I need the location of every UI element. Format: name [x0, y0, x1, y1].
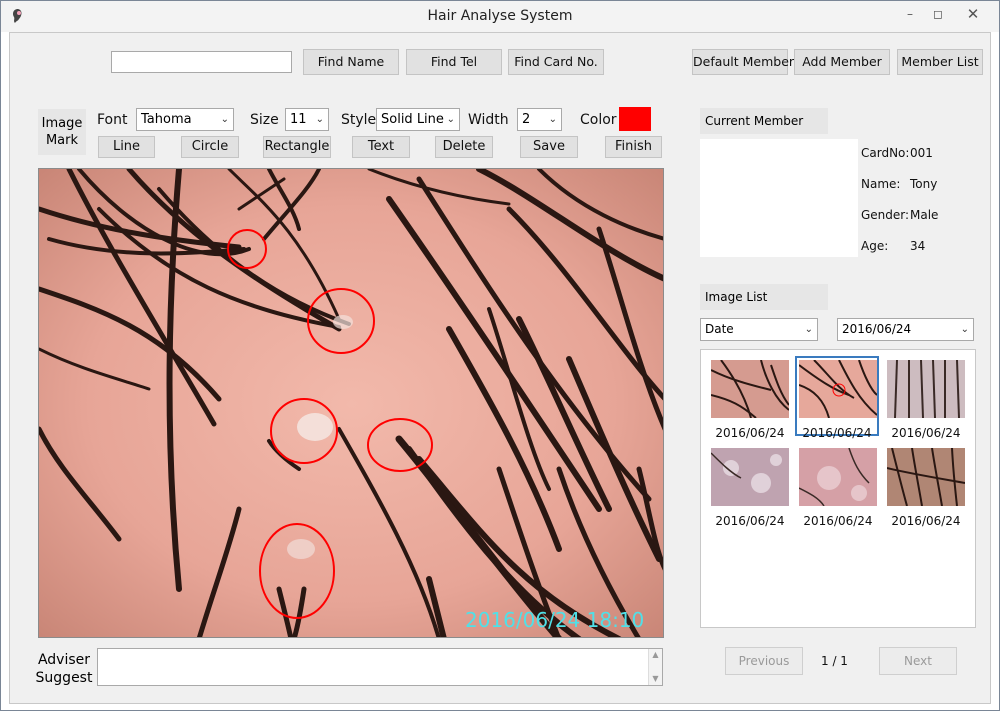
image-list-header: Image List: [700, 284, 828, 310]
font-select[interactable]: Tahoma ⌄: [136, 108, 234, 131]
circle-tool-button[interactable]: Circle: [181, 136, 239, 158]
minimize-icon[interactable]: –: [899, 4, 921, 24]
filter-select[interactable]: Date ⌄: [700, 318, 818, 341]
maximize-icon[interactable]: ◻: [927, 4, 949, 24]
font-label: Font: [97, 112, 128, 128]
scalp-image: [39, 169, 663, 637]
app-window: Hair Analyse System – ◻ ✕ Find Name Find…: [0, 0, 1000, 711]
width-select[interactable]: 2 ⌄: [517, 108, 562, 131]
gender-label: Gender:: [861, 208, 910, 222]
chevron-down-icon: ⌄: [315, 114, 324, 125]
scalp-image-canvas[interactable]: 2016/06/24 18:10: [38, 168, 664, 638]
thumbnail-item[interactable]: 2016/06/24: [709, 448, 791, 528]
title-bar[interactable]: Hair Analyse System – ◻ ✕: [1, 1, 999, 32]
add-member-button[interactable]: Add Member: [794, 49, 890, 75]
thumbnail-item[interactable]: 2016/06/24: [885, 359, 967, 440]
thumbnail-image: [798, 359, 878, 419]
thumbnail-item-selected[interactable]: 2016/06/24: [795, 356, 879, 440]
finish-button[interactable]: Finish: [605, 136, 662, 158]
color-label: Color: [580, 112, 617, 128]
size-label: Size: [250, 112, 279, 128]
style-label: Style: [341, 112, 377, 128]
date-select[interactable]: 2016/06/24 ⌄: [837, 318, 974, 341]
age-value: 34: [910, 239, 926, 253]
thumbnail-date: 2016/06/24: [803, 514, 873, 528]
thumbnail-image: [710, 448, 789, 506]
size-select[interactable]: 11 ⌄: [285, 108, 329, 131]
window-title: Hair Analyse System: [427, 8, 573, 24]
thumbnail-image: [710, 359, 790, 419]
rectangle-tool-button[interactable]: Rectangle: [263, 136, 331, 158]
thumbnail-image: [887, 359, 965, 419]
member-list-button[interactable]: Member List: [897, 49, 983, 75]
main-panel: Find Name Find Tel Find Card No. Default…: [9, 32, 991, 704]
thumbnail-date: 2016/06/24: [715, 514, 785, 528]
delete-button[interactable]: Delete: [435, 136, 493, 158]
thumbnail-date: 2016/06/24: [802, 426, 872, 440]
find-card-button[interactable]: Find Card No.: [508, 49, 604, 75]
thumbnail-item[interactable]: 2016/06/24: [885, 447, 967, 528]
name-value: Tony: [910, 177, 938, 191]
adviser-suggest-textarea[interactable]: ▲ ▼: [97, 648, 663, 686]
find-name-button[interactable]: Find Name: [303, 49, 399, 75]
line-tool-button[interactable]: Line: [98, 136, 155, 158]
save-button[interactable]: Save: [520, 136, 578, 158]
find-tel-button[interactable]: Find Tel: [406, 49, 502, 75]
page-indicator: 1 / 1: [821, 654, 848, 668]
style-select[interactable]: Solid Line ⌄: [376, 108, 460, 131]
image-mark-label: Image Mark: [38, 109, 86, 155]
text-tool-button[interactable]: Text: [352, 136, 410, 158]
chevron-down-icon: ⌄: [220, 114, 229, 125]
thumbnail-item[interactable]: 2016/06/24: [797, 447, 879, 528]
thumbnail-date: 2016/06/24: [891, 426, 961, 440]
chevron-down-icon: ⌄: [804, 324, 813, 335]
thumbnail-image: [886, 447, 966, 507]
search-input[interactable]: [111, 51, 292, 73]
member-photo: [700, 139, 858, 257]
card-no-label: CardNo:: [861, 146, 910, 160]
scrollbar[interactable]: ▲ ▼: [648, 649, 662, 685]
default-member-button[interactable]: Default Member: [692, 49, 794, 75]
gender-value: Male: [910, 208, 939, 222]
thumbnail-date: 2016/06/24: [715, 426, 785, 440]
chevron-down-icon: ⌄: [960, 324, 969, 335]
chevron-down-icon: ⌄: [548, 114, 557, 125]
color-swatch[interactable]: [619, 107, 651, 131]
thumbnail-grid: 2016/06/24 2016/06/24 2016/06/24 2016/06…: [700, 349, 976, 628]
card-no-value: 001: [910, 146, 933, 160]
age-label: Age:: [861, 239, 889, 253]
chevron-down-icon: ⌄: [446, 114, 455, 125]
width-label: Width: [468, 112, 509, 128]
next-page-button[interactable]: Next: [879, 647, 957, 675]
current-member-header: Current Member: [700, 108, 828, 134]
image-timestamp: 2016/06/24 18:10: [465, 608, 645, 632]
previous-page-button[interactable]: Previous: [725, 647, 803, 675]
thumbnail-image: [798, 447, 877, 507]
thumbnail-date: 2016/06/24: [891, 514, 961, 528]
name-label: Name:: [861, 177, 901, 191]
thumbnail-item[interactable]: 2016/06/24: [709, 359, 791, 440]
close-icon[interactable]: ✕: [953, 4, 993, 24]
adviser-suggest-label: Adviser Suggest: [35, 652, 93, 686]
